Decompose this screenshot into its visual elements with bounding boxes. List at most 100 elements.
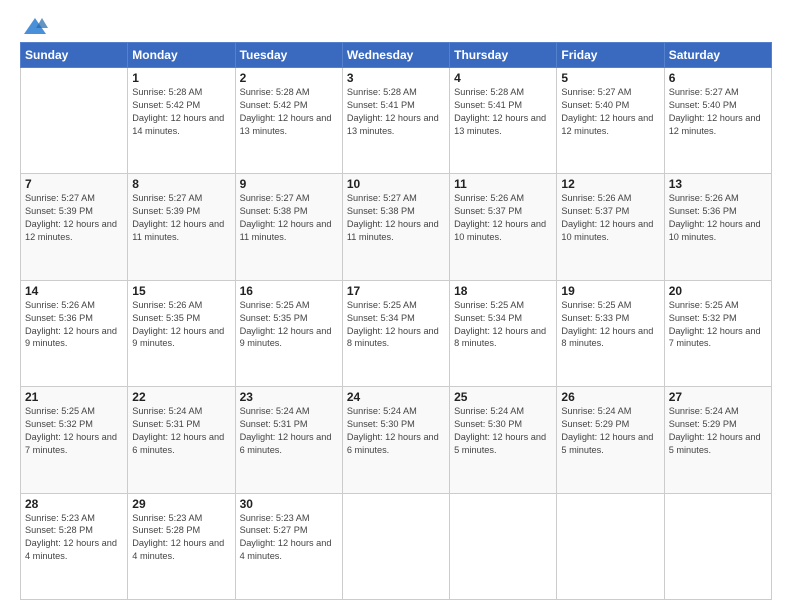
day-number: 1	[132, 71, 230, 85]
day-number: 30	[240, 497, 338, 511]
calendar-table: SundayMondayTuesdayWednesdayThursdayFrid…	[20, 42, 772, 600]
day-number: 22	[132, 390, 230, 404]
day-info: Sunrise: 5:25 AMSunset: 5:32 PMDaylight:…	[25, 405, 123, 457]
calendar-cell: 2Sunrise: 5:28 AMSunset: 5:42 PMDaylight…	[235, 68, 342, 174]
day-number: 26	[561, 390, 659, 404]
calendar-cell: 20Sunrise: 5:25 AMSunset: 5:32 PMDayligh…	[664, 280, 771, 386]
day-number: 9	[240, 177, 338, 191]
calendar-week-row: 21Sunrise: 5:25 AMSunset: 5:32 PMDayligh…	[21, 387, 772, 493]
calendar-cell: 18Sunrise: 5:25 AMSunset: 5:34 PMDayligh…	[450, 280, 557, 386]
day-info: Sunrise: 5:25 AMSunset: 5:35 PMDaylight:…	[240, 299, 338, 351]
calendar-cell	[342, 493, 449, 599]
day-info: Sunrise: 5:23 AMSunset: 5:28 PMDaylight:…	[25, 512, 123, 564]
day-number: 13	[669, 177, 767, 191]
calendar-cell: 10Sunrise: 5:27 AMSunset: 5:38 PMDayligh…	[342, 174, 449, 280]
calendar-cell: 24Sunrise: 5:24 AMSunset: 5:30 PMDayligh…	[342, 387, 449, 493]
calendar-cell: 28Sunrise: 5:23 AMSunset: 5:28 PMDayligh…	[21, 493, 128, 599]
day-number: 28	[25, 497, 123, 511]
day-info: Sunrise: 5:24 AMSunset: 5:29 PMDaylight:…	[669, 405, 767, 457]
calendar-cell: 4Sunrise: 5:28 AMSunset: 5:41 PMDaylight…	[450, 68, 557, 174]
day-number: 7	[25, 177, 123, 191]
day-number: 12	[561, 177, 659, 191]
calendar-week-row: 28Sunrise: 5:23 AMSunset: 5:28 PMDayligh…	[21, 493, 772, 599]
day-number: 14	[25, 284, 123, 298]
calendar-cell: 9Sunrise: 5:27 AMSunset: 5:38 PMDaylight…	[235, 174, 342, 280]
day-info: Sunrise: 5:28 AMSunset: 5:42 PMDaylight:…	[240, 86, 338, 138]
day-info: Sunrise: 5:24 AMSunset: 5:29 PMDaylight:…	[561, 405, 659, 457]
calendar-cell	[664, 493, 771, 599]
day-number: 4	[454, 71, 552, 85]
header	[20, 16, 772, 32]
day-number: 19	[561, 284, 659, 298]
day-number: 5	[561, 71, 659, 85]
calendar-cell: 14Sunrise: 5:26 AMSunset: 5:36 PMDayligh…	[21, 280, 128, 386]
day-info: Sunrise: 5:25 AMSunset: 5:34 PMDaylight:…	[347, 299, 445, 351]
day-info: Sunrise: 5:28 AMSunset: 5:41 PMDaylight:…	[347, 86, 445, 138]
day-info: Sunrise: 5:28 AMSunset: 5:41 PMDaylight:…	[454, 86, 552, 138]
calendar-cell: 13Sunrise: 5:26 AMSunset: 5:36 PMDayligh…	[664, 174, 771, 280]
day-info: Sunrise: 5:25 AMSunset: 5:33 PMDaylight:…	[561, 299, 659, 351]
day-info: Sunrise: 5:24 AMSunset: 5:31 PMDaylight:…	[240, 405, 338, 457]
day-info: Sunrise: 5:24 AMSunset: 5:30 PMDaylight:…	[454, 405, 552, 457]
calendar-cell	[21, 68, 128, 174]
day-number: 27	[669, 390, 767, 404]
calendar-cell: 3Sunrise: 5:28 AMSunset: 5:41 PMDaylight…	[342, 68, 449, 174]
calendar-cell: 8Sunrise: 5:27 AMSunset: 5:39 PMDaylight…	[128, 174, 235, 280]
day-number: 20	[669, 284, 767, 298]
calendar-cell: 11Sunrise: 5:26 AMSunset: 5:37 PMDayligh…	[450, 174, 557, 280]
calendar-cell: 16Sunrise: 5:25 AMSunset: 5:35 PMDayligh…	[235, 280, 342, 386]
weekday-header-thursday: Thursday	[450, 43, 557, 68]
day-number: 29	[132, 497, 230, 511]
day-info: Sunrise: 5:28 AMSunset: 5:42 PMDaylight:…	[132, 86, 230, 138]
day-number: 10	[347, 177, 445, 191]
logo-icon	[22, 16, 48, 36]
calendar-week-row: 1Sunrise: 5:28 AMSunset: 5:42 PMDaylight…	[21, 68, 772, 174]
calendar-body: 1Sunrise: 5:28 AMSunset: 5:42 PMDaylight…	[21, 68, 772, 600]
day-number: 3	[347, 71, 445, 85]
day-number: 15	[132, 284, 230, 298]
calendar-cell: 19Sunrise: 5:25 AMSunset: 5:33 PMDayligh…	[557, 280, 664, 386]
day-number: 8	[132, 177, 230, 191]
calendar-cell: 21Sunrise: 5:25 AMSunset: 5:32 PMDayligh…	[21, 387, 128, 493]
day-number: 25	[454, 390, 552, 404]
weekday-header-monday: Monday	[128, 43, 235, 68]
day-info: Sunrise: 5:24 AMSunset: 5:31 PMDaylight:…	[132, 405, 230, 457]
calendar-cell: 5Sunrise: 5:27 AMSunset: 5:40 PMDaylight…	[557, 68, 664, 174]
day-info: Sunrise: 5:27 AMSunset: 5:38 PMDaylight:…	[240, 192, 338, 244]
day-info: Sunrise: 5:23 AMSunset: 5:27 PMDaylight:…	[240, 512, 338, 564]
calendar-cell: 12Sunrise: 5:26 AMSunset: 5:37 PMDayligh…	[557, 174, 664, 280]
weekday-header-wednesday: Wednesday	[342, 43, 449, 68]
day-info: Sunrise: 5:27 AMSunset: 5:40 PMDaylight:…	[669, 86, 767, 138]
day-info: Sunrise: 5:26 AMSunset: 5:36 PMDaylight:…	[669, 192, 767, 244]
day-number: 17	[347, 284, 445, 298]
calendar-cell	[557, 493, 664, 599]
calendar-cell: 30Sunrise: 5:23 AMSunset: 5:27 PMDayligh…	[235, 493, 342, 599]
logo	[20, 16, 48, 32]
calendar-cell: 26Sunrise: 5:24 AMSunset: 5:29 PMDayligh…	[557, 387, 664, 493]
day-info: Sunrise: 5:23 AMSunset: 5:28 PMDaylight:…	[132, 512, 230, 564]
weekday-header-sunday: Sunday	[21, 43, 128, 68]
weekday-header-tuesday: Tuesday	[235, 43, 342, 68]
calendar-cell: 1Sunrise: 5:28 AMSunset: 5:42 PMDaylight…	[128, 68, 235, 174]
calendar-cell: 22Sunrise: 5:24 AMSunset: 5:31 PMDayligh…	[128, 387, 235, 493]
day-number: 23	[240, 390, 338, 404]
calendar-cell: 15Sunrise: 5:26 AMSunset: 5:35 PMDayligh…	[128, 280, 235, 386]
calendar-cell	[450, 493, 557, 599]
day-number: 21	[25, 390, 123, 404]
calendar-cell: 23Sunrise: 5:24 AMSunset: 5:31 PMDayligh…	[235, 387, 342, 493]
calendar-cell: 25Sunrise: 5:24 AMSunset: 5:30 PMDayligh…	[450, 387, 557, 493]
day-info: Sunrise: 5:27 AMSunset: 5:39 PMDaylight:…	[132, 192, 230, 244]
day-number: 24	[347, 390, 445, 404]
day-number: 16	[240, 284, 338, 298]
day-info: Sunrise: 5:26 AMSunset: 5:35 PMDaylight:…	[132, 299, 230, 351]
calendar-week-row: 7Sunrise: 5:27 AMSunset: 5:39 PMDaylight…	[21, 174, 772, 280]
calendar-week-row: 14Sunrise: 5:26 AMSunset: 5:36 PMDayligh…	[21, 280, 772, 386]
day-number: 6	[669, 71, 767, 85]
day-info: Sunrise: 5:27 AMSunset: 5:39 PMDaylight:…	[25, 192, 123, 244]
day-info: Sunrise: 5:27 AMSunset: 5:40 PMDaylight:…	[561, 86, 659, 138]
day-number: 11	[454, 177, 552, 191]
day-info: Sunrise: 5:24 AMSunset: 5:30 PMDaylight:…	[347, 405, 445, 457]
day-number: 18	[454, 284, 552, 298]
calendar-cell: 17Sunrise: 5:25 AMSunset: 5:34 PMDayligh…	[342, 280, 449, 386]
day-info: Sunrise: 5:26 AMSunset: 5:37 PMDaylight:…	[454, 192, 552, 244]
